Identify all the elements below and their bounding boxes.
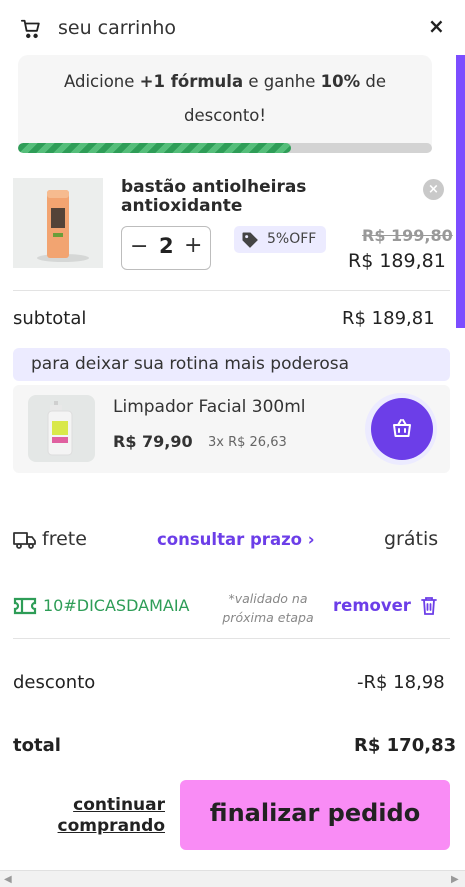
cart-icon [20, 19, 40, 39]
upsell-product-name[interactable]: Limpador Facial 300ml [113, 397, 306, 417]
truck-icon [13, 532, 36, 549]
original-price: R$ 199,80 [362, 226, 453, 245]
promo-progress-fill [18, 143, 292, 153]
tag-icon [242, 232, 258, 248]
discount-badge-label: 5%OFF [267, 231, 317, 247]
shipping-label: frete [42, 528, 87, 550]
checkout-button[interactable]: finalizar pedido [180, 780, 450, 850]
upsell-product-card: Limpador Facial 300ml R$ 79,90 3x R$ 26,… [13, 385, 450, 473]
promo-text: Adicione +1 fórmula e ganhe 10% de desco… [63, 72, 387, 125]
cart-title: seu carrinho [58, 17, 177, 39]
trash-icon[interactable] [420, 596, 438, 616]
total-value: R$ 170,83 [354, 735, 457, 756]
coupon-code: 10#DICASDAMAIA [43, 596, 190, 615]
item-price: R$ 189,81 [348, 250, 446, 272]
shopping-bag-icon [393, 419, 411, 437]
upsell-installments: 3x R$ 26,63 [208, 435, 287, 450]
total-label: total [13, 735, 61, 756]
subtotal-label: subtotal [13, 308, 87, 329]
discount-badge: 5%OFF [234, 226, 326, 253]
quantity-value: 2 [159, 234, 174, 258]
increase-quantity-button[interactable]: + [184, 233, 202, 258]
promo-progress-bar [18, 143, 432, 153]
subtotal-value: R$ 189,81 [342, 308, 435, 329]
scroll-left-arrow-icon[interactable]: ◀ [4, 874, 12, 885]
coupon-ticket-icon [13, 597, 37, 615]
decrease-quantity-button[interactable]: − [130, 234, 148, 259]
product-image [13, 178, 103, 268]
continue-shopping-link[interactable]: continuar comprando [40, 795, 165, 837]
scroll-right-arrow-icon[interactable]: ▶ [451, 874, 459, 885]
upsell-header-text: para deixar sua rotina mais poderosa [31, 354, 350, 374]
check-delivery-link[interactable]: consultar prazo › [157, 530, 315, 549]
horizontal-scrollbar[interactable]: ◀ ▶ [0, 870, 465, 887]
add-to-cart-button[interactable] [371, 398, 433, 460]
close-button[interactable]: × [428, 15, 445, 37]
shipping-value: grátis [384, 528, 439, 550]
divider [13, 290, 450, 291]
promo-banner: Adicione +1 fórmula e ganhe 10% de desco… [18, 55, 432, 153]
upsell-product-price: R$ 79,90 [113, 432, 193, 451]
remove-coupon-button[interactable]: remover [333, 596, 411, 615]
panel-scrollbar[interactable] [456, 55, 465, 328]
discount-value: -R$ 18,98 [357, 672, 445, 693]
checkout-button-label: finalizar pedido [209, 799, 421, 827]
divider [13, 638, 450, 639]
discount-label: desconto [13, 672, 96, 693]
upsell-header: para deixar sua rotina mais poderosa [13, 348, 450, 381]
product-name[interactable]: bastão antiolheiras antioxidante [121, 178, 341, 216]
coupon-validation-note: *validado na próxima etapa [222, 591, 314, 625]
remove-item-button[interactable]: × [423, 179, 444, 200]
upsell-product-image [28, 395, 95, 462]
